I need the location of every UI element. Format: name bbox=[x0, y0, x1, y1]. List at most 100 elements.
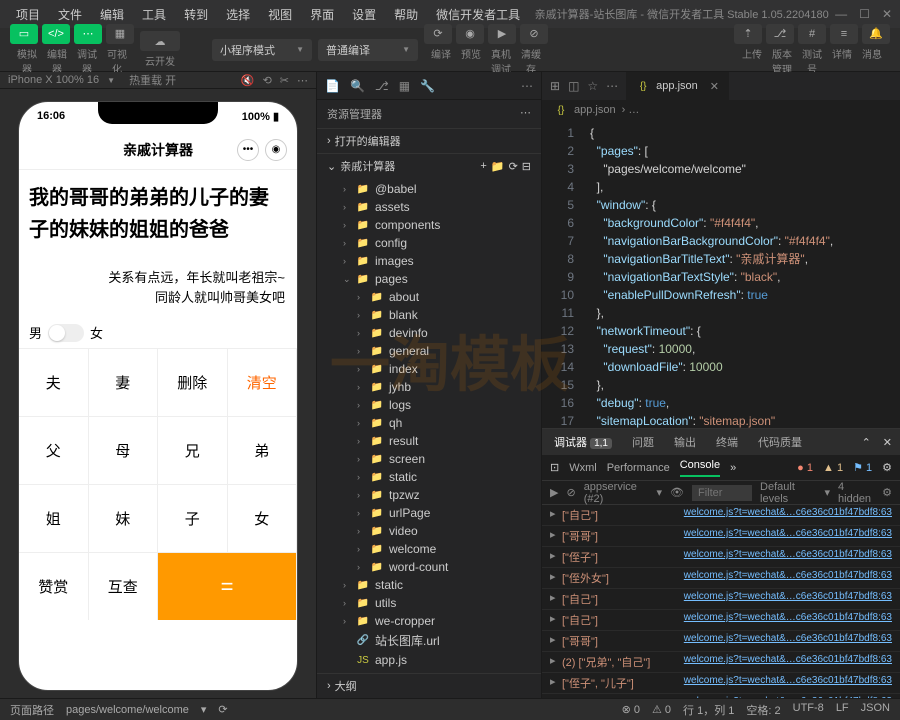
tree-item[interactable]: ›📁images bbox=[317, 252, 541, 270]
version-button[interactable]: ⎇ bbox=[766, 24, 794, 44]
menu-item[interactable]: 帮助 bbox=[386, 2, 426, 27]
new-folder-icon[interactable]: 📁 bbox=[491, 160, 505, 173]
hot-reload-toggle[interactable]: 热重载 开 bbox=[129, 72, 176, 88]
upload-button[interactable]: ⇡ bbox=[734, 24, 762, 44]
tree-item[interactable]: ›📁general bbox=[317, 342, 541, 360]
ext-tab-icon[interactable]: ▦ bbox=[399, 79, 410, 93]
tree-item[interactable]: ›📁video bbox=[317, 522, 541, 540]
tree-item[interactable]: ›📁assets bbox=[317, 198, 541, 216]
capsule-menu-icon[interactable]: ••• bbox=[237, 139, 259, 161]
nav-icon[interactable]: ◫ bbox=[568, 79, 579, 93]
gear-icon[interactable]: ⚙ bbox=[882, 486, 892, 499]
cut-icon[interactable]: ✂ bbox=[280, 74, 289, 87]
device-select[interactable]: iPhone X 100% 16 bbox=[8, 74, 99, 86]
visual-button[interactable]: ▦ bbox=[106, 24, 134, 44]
tree-item[interactable]: ›📁devinfo bbox=[317, 324, 541, 342]
key-父[interactable]: 父 bbox=[19, 416, 89, 484]
search-tab-icon[interactable]: 🔍 bbox=[350, 79, 365, 93]
problems-tab[interactable]: 问题 bbox=[628, 434, 658, 450]
minimize-icon[interactable]: — bbox=[835, 7, 847, 21]
debugger-tab[interactable]: 调试器 1,1 bbox=[550, 434, 616, 450]
more-icon[interactable]: ⋯ bbox=[297, 74, 308, 87]
tree-item[interactable]: ›📁index bbox=[317, 360, 541, 378]
details-button[interactable]: ≡ bbox=[830, 24, 858, 44]
menu-item[interactable]: 设置 bbox=[344, 2, 384, 27]
filter-input[interactable] bbox=[692, 485, 752, 501]
remote-debug-button[interactable]: ▶ bbox=[488, 24, 516, 44]
key-互查[interactable]: 互查 bbox=[89, 552, 159, 620]
preview-button[interactable]: ◉ bbox=[456, 24, 484, 44]
menu-item[interactable]: 转到 bbox=[176, 2, 216, 27]
performance-tab[interactable]: Performance bbox=[607, 462, 670, 474]
play-icon[interactable]: ▶ bbox=[550, 486, 558, 499]
console-log[interactable]: ▸["自己"]welcome.js?t=wechat&…c6e36c01bf47… bbox=[542, 505, 900, 526]
hidden-count[interactable]: 4 hidden bbox=[838, 481, 874, 505]
messages-button[interactable]: 🔔 bbox=[862, 24, 890, 44]
key-妹[interactable]: 妹 bbox=[89, 484, 159, 552]
console-log[interactable]: ▸["自己"]welcome.js?t=wechat&…c6e36c01bf47… bbox=[542, 610, 900, 631]
close-icon[interactable]: ✕ bbox=[882, 7, 892, 21]
wxml-tab[interactable]: Wxml bbox=[569, 462, 597, 474]
chevron-up-icon[interactable]: ⌃ bbox=[862, 436, 871, 449]
tree-item[interactable]: ›📁urlPage bbox=[317, 504, 541, 522]
context-select[interactable]: appservice (#2) bbox=[584, 481, 649, 505]
close-tab-icon[interactable]: ✕ bbox=[710, 80, 719, 93]
collapse-icon[interactable]: ⊟ bbox=[522, 160, 531, 173]
tree-item[interactable]: ›📁blank bbox=[317, 306, 541, 324]
page-path[interactable]: pages/welcome/welcome bbox=[66, 704, 189, 716]
simulator-button[interactable]: ▭ bbox=[10, 24, 38, 44]
key-妻[interactable]: 妻 bbox=[89, 348, 159, 416]
key-赞赏[interactable]: 赞赏 bbox=[19, 552, 89, 620]
project-section[interactable]: ⌄ 亲戚计算器 + 📁 ⟳ ⊟ bbox=[317, 153, 541, 178]
console-log[interactable]: ▸["侄子", "儿子"]welcome.js?t=wechat&…c6e36c… bbox=[542, 673, 900, 694]
rotate-icon[interactable]: ⟲ bbox=[263, 74, 272, 87]
console-log[interactable]: ▸["侄子"]welcome.js?t=wechat&…c6e36c01bf47… bbox=[542, 547, 900, 568]
tree-item[interactable]: ›📁utils bbox=[317, 594, 541, 612]
tree-item[interactable]: ›📁config bbox=[317, 234, 541, 252]
menu-item[interactable]: 工具 bbox=[134, 2, 174, 27]
refresh-icon[interactable]: ⟳ bbox=[218, 703, 227, 716]
cursor-position[interactable]: 行 1，列 1 bbox=[683, 702, 734, 718]
close-icon[interactable]: ✕ bbox=[883, 436, 892, 449]
encoding[interactable]: UTF-8 bbox=[793, 702, 824, 718]
key-母[interactable]: 母 bbox=[89, 416, 159, 484]
files-tab-icon[interactable]: 📄 bbox=[325, 79, 340, 93]
console-log[interactable]: ▸(2) ["兄弟", "自己"]welcome.js?t=wechat&…c6… bbox=[542, 652, 900, 673]
tree-item[interactable]: ›📁qh bbox=[317, 414, 541, 432]
levels-select[interactable]: Default levels bbox=[760, 481, 816, 505]
tree-item[interactable]: ›📁result bbox=[317, 432, 541, 450]
refresh-icon[interactable]: ⟳ bbox=[509, 160, 518, 173]
terminal-tab[interactable]: 终端 bbox=[712, 434, 742, 450]
tree-item[interactable]: 🔗站长图库.url bbox=[317, 630, 541, 651]
split-icon[interactable]: ⊞ bbox=[550, 79, 560, 93]
breadcrumb[interactable]: {}app.json › … bbox=[542, 100, 900, 120]
new-file-icon[interactable]: + bbox=[480, 160, 486, 172]
clear-cache-button[interactable]: ⊘ bbox=[520, 24, 548, 44]
key-兄[interactable]: 兄 bbox=[158, 416, 228, 484]
test-button[interactable]: # bbox=[798, 24, 826, 44]
menu-item[interactable]: 选择 bbox=[218, 2, 258, 27]
editor-button[interactable]: </> bbox=[42, 24, 70, 44]
tree-item[interactable]: ›📁logs bbox=[317, 396, 541, 414]
key-清空[interactable]: 清空 bbox=[228, 348, 298, 416]
more-icon[interactable]: ⋯ bbox=[520, 106, 531, 122]
eye-icon[interactable]: 👁 bbox=[670, 486, 684, 499]
output-tab[interactable]: 输出 bbox=[670, 434, 700, 450]
clear-icon[interactable]: ⊘ bbox=[566, 486, 575, 499]
eol[interactable]: LF bbox=[836, 702, 849, 718]
compile-button[interactable]: ⟳ bbox=[424, 24, 452, 44]
language[interactable]: JSON bbox=[861, 702, 890, 718]
more-icon[interactable]: ⋯ bbox=[521, 79, 533, 93]
error-count[interactable]: ● 1 bbox=[797, 462, 813, 474]
git-tab-icon[interactable]: ⎇ bbox=[375, 79, 389, 93]
tree-item[interactable]: ›📁static bbox=[317, 468, 541, 486]
compile-select[interactable]: 普通编译▼ bbox=[318, 39, 418, 61]
debugger-button[interactable]: ⋯ bbox=[74, 24, 102, 44]
gender-toggle[interactable] bbox=[48, 324, 84, 342]
console-log[interactable]: ▸["自己"]welcome.js?t=wechat&…c6e36c01bf47… bbox=[542, 589, 900, 610]
inspect-icon[interactable]: ⊡ bbox=[550, 461, 559, 474]
tools-tab-icon[interactable]: 🔧 bbox=[420, 79, 435, 93]
key-女[interactable]: 女 bbox=[228, 484, 298, 552]
sound-icon[interactable]: 🔇 bbox=[241, 74, 255, 87]
key-子[interactable]: 子 bbox=[158, 484, 228, 552]
